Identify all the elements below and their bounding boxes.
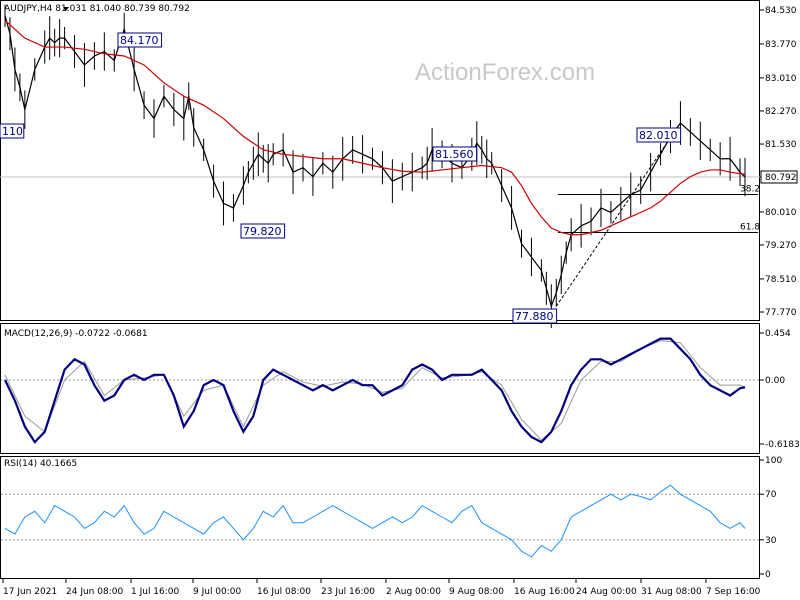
swing-label: 79.820: [243, 225, 282, 238]
rsi-tick-label: 100: [765, 456, 782, 466]
price-tick-label: 80.792: [765, 173, 797, 183]
time-tick-label: 16 Aug 16:00: [514, 587, 575, 597]
time-tick-label: 1 Jul 16:00: [131, 587, 180, 597]
swing-label: 84.170: [120, 34, 159, 47]
price-tick-label: 81.530: [765, 140, 797, 150]
rsi-tick-label: 30: [765, 536, 777, 546]
macd-tick-label: -0.6183: [765, 440, 800, 450]
swing-label: 81.560: [435, 148, 474, 161]
main-price-axis: 84.530 83.770 83.010 82.270 81.530 80.792 80.0…: [0, 6, 798, 318]
macd-series: [4, 337, 746, 444]
time-tick-label: 2 Aug 00:00: [386, 587, 441, 597]
time-tick-label: 17 Jun 2021: [3, 587, 57, 597]
time-tick-label: 9 Jul 00:00: [193, 587, 242, 597]
chart-canvas: ActionForex.com 84.530 83.770 83.010 82.270…: [0, 0, 800, 597]
macd-signal-line: [4, 340, 746, 441]
swing-label: 77.880: [515, 310, 554, 323]
rsi-series: [4, 484, 746, 558]
rsi-axis: 100 70 30 0: [1, 456, 782, 580]
time-tick-label: 24 Aug 00:00: [576, 587, 637, 597]
time-tick-label: 24 Jun 08:00: [66, 587, 123, 597]
fib-label: 61.8: [740, 222, 760, 232]
watermark: ActionForex.com: [415, 59, 595, 86]
price-tick-label: 78.510: [765, 275, 797, 285]
price-line: [4, 15, 746, 309]
rsi-tick-label: 0: [765, 570, 771, 580]
time-axis: 17 Jun 2021 24 Jun 08:00 1 Jul 16:00 9 Jul …: [2, 579, 761, 597]
price-tick-label: 83.010: [765, 74, 797, 84]
main-panel-frame: [0, 0, 760, 321]
time-tick-label: 7 Sep 16:00: [706, 587, 761, 597]
time-tick-label: 23 Jul 16:00: [321, 587, 375, 597]
rsi-line: [4, 484, 746, 558]
ema-line: [4, 19, 746, 236]
price-tick-label: 80.010: [765, 208, 797, 218]
rsi-panel-title: RSI(14) 40.1665: [4, 459, 77, 469]
price-tick-label: 83.770: [765, 40, 797, 50]
price-series: [4, 4, 746, 329]
fib-label: 38.2: [740, 185, 760, 195]
rsi-tick-label: 70: [765, 490, 777, 500]
price-tick-label: 82.270: [765, 107, 797, 117]
price-tick-label: 79.270: [765, 241, 797, 251]
macd-panel-title: MACD(12,26,9) -0.0722 -0.0681: [4, 329, 148, 339]
macd-main-line: [4, 337, 746, 444]
fib-swing-line: [555, 122, 681, 307]
macd-panel-frame: [0, 323, 760, 454]
price-tick-label: 84.530: [765, 6, 797, 16]
main-panel-title: AUDJPY,H4 81.031 81.040 80.739 80.792: [4, 4, 190, 14]
price-tick-label: 77.770: [765, 308, 797, 318]
swing-label: 82.010: [639, 129, 678, 142]
time-tick-label: 16 Jul 08:00: [257, 587, 311, 597]
time-tick-label: 31 Aug 08:00: [641, 587, 702, 597]
time-tick-label: 9 Aug 08:00: [449, 587, 504, 597]
swing-label: 110: [2, 125, 23, 138]
macd-tick-label: 0.454: [765, 329, 791, 339]
macd-tick-label: 0.00: [765, 376, 785, 386]
